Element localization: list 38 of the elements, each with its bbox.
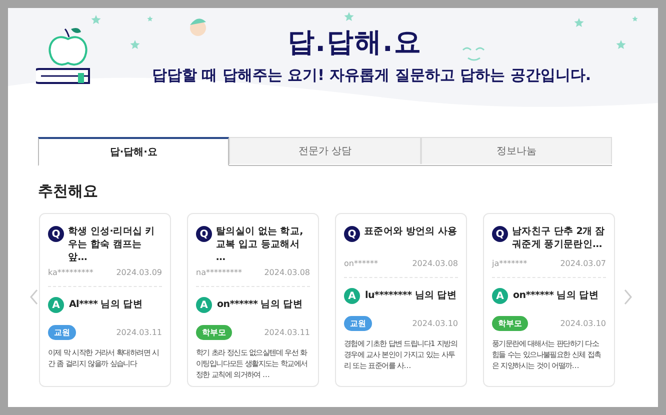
answer-date: 2024.03.10 xyxy=(412,319,458,328)
answer-date: 2024.03.11 xyxy=(116,328,162,337)
answer-mark-icon: A xyxy=(344,288,360,304)
asker-id: na********* xyxy=(196,268,242,277)
answer-date: 2024.03.11 xyxy=(264,328,310,337)
question-mark-icon: Q xyxy=(492,226,508,242)
role-tag: 학부모 xyxy=(196,325,232,340)
tab[interactable]: 정보나눔 xyxy=(420,137,612,164)
question-title: 탈의실이 없는 학교, 교복 입고 등교해서 … xyxy=(216,225,304,264)
question-title: 표준어와 방언의 사용 xyxy=(364,225,458,239)
answer-mark-icon: A xyxy=(48,297,64,313)
banner-title: 답.답해.요 xyxy=(287,26,422,60)
answerer-label: Al**** 님의 답변 xyxy=(69,298,142,311)
answerer-label: lu******** 님의 답변 xyxy=(365,289,457,302)
asker-id: ka********* xyxy=(48,268,94,277)
answer-date: 2024.03.10 xyxy=(560,319,606,328)
asked-date: 2024.03.07 xyxy=(560,259,606,268)
asker-id: on****** xyxy=(344,259,378,268)
asked-date: 2024.03.08 xyxy=(264,268,310,277)
answer-mark-icon: A xyxy=(492,288,508,304)
section-title: 추천해요 xyxy=(38,182,99,201)
asked-date: 2024.03.09 xyxy=(116,268,162,277)
question-mark-icon: Q xyxy=(344,226,360,242)
answerer-label: on****** 님의 답변 xyxy=(513,289,599,302)
question-mark-icon: Q xyxy=(48,226,64,242)
role-tag: 교원 xyxy=(48,325,76,340)
question-title: 학생 인성·리더십 키우는 합숙 캠프는 앞… xyxy=(68,225,156,264)
asked-date: 2024.03.08 xyxy=(412,259,458,268)
role-tag: 교원 xyxy=(344,316,372,331)
tab[interactable]: 전문가 상담 xyxy=(229,137,421,164)
question-mark-icon: Q xyxy=(196,226,212,242)
answerer-label: on****** 님의 답변 xyxy=(217,298,303,311)
question-title: 남자친구 단추 2개 잠궈준게 풍기문란인… xyxy=(512,225,606,252)
tab[interactable]: 답·답해·요 xyxy=(38,137,230,166)
answer-mark-icon: A xyxy=(196,297,212,313)
role-tag: 학부모 xyxy=(492,316,528,331)
asker-id: ja******* xyxy=(492,259,528,268)
banner-subtitle: 답답할 때 답해주는 요기! 자유롭게 질문하고 답하는 공간입니다. xyxy=(152,66,592,85)
